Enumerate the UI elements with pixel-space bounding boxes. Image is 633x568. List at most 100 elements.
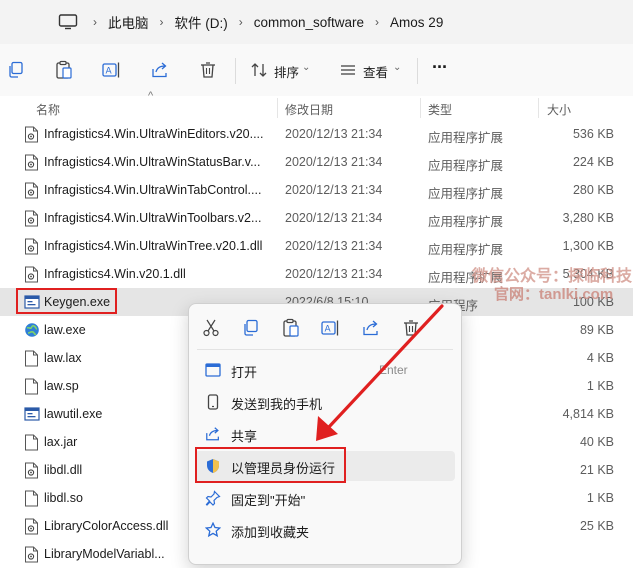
svg-text:A: A: [325, 325, 332, 335]
globe-exe-icon: [24, 322, 39, 339]
file-size: 4,814 KB: [562, 407, 614, 421]
cut-icon[interactable]: [201, 318, 221, 338]
file-row[interactable]: Infragistics4.Win.UltraWinTabControl....…: [0, 176, 633, 204]
file-name: Infragistics4.Win.UltraWinEditors.v20...…: [44, 127, 264, 141]
menu-item-send-to-phone[interactable]: 发送到我的手机: [195, 387, 455, 417]
exe-window-icon: [24, 294, 40, 311]
dll-file-icon: [24, 126, 39, 143]
column-divider[interactable]: [277, 98, 278, 118]
file-type: 应用程序扩展: [428, 215, 504, 229]
chevron-right-icon: ›: [238, 15, 243, 29]
chevron-right-icon: ›: [375, 15, 380, 29]
dll-file-icon: [24, 182, 39, 199]
dll-file-icon: [24, 210, 39, 227]
file-size: 21 KB: [579, 463, 614, 477]
menu-item-shortcut: Enter: [379, 363, 408, 377]
context-menu-divider: [197, 349, 453, 350]
view-button[interactable]: 查看: [363, 62, 388, 81]
file-type: 应用程序扩展: [428, 187, 504, 201]
menu-item-label: 发送到我的手机: [231, 397, 323, 412]
chevron-right-icon: ›: [93, 15, 97, 29]
delete-icon[interactable]: [196, 58, 220, 82]
menu-item-pin-to-start[interactable]: 固定到"开始": [195, 483, 455, 513]
file-icon: [24, 350, 39, 367]
chevron-down-icon[interactable]: ⌄: [302, 62, 310, 73]
file-size: 224 KB: [572, 155, 614, 169]
menu-item-label: 打开: [231, 365, 258, 380]
context-menu-quick-actions: A: [189, 312, 461, 344]
file-modified-date: 2020/12/13 21:34: [285, 155, 383, 169]
copy-icon[interactable]: [4, 58, 28, 82]
paste-icon[interactable]: [52, 58, 76, 82]
file-type: 应用程序扩展: [428, 159, 504, 173]
delete-icon[interactable]: [401, 318, 421, 338]
sort-icon[interactable]: [247, 58, 271, 82]
file-row[interactable]: Infragistics4.Win.UltraWinToolbars.v2...…: [0, 204, 633, 232]
uac-shield-icon: [205, 458, 221, 474]
toolbar-divider: [417, 58, 418, 84]
pin-icon: [205, 490, 221, 506]
column-header-date[interactable]: 修改日期: [285, 101, 333, 118]
this-pc-icon[interactable]: [58, 13, 82, 31]
chevron-right-icon: ›: [159, 15, 164, 29]
rename-icon[interactable]: A: [321, 318, 341, 338]
column-header-row: ^ 名称 修改日期 类型 大小: [0, 90, 633, 120]
breadcrumb-amos29[interactable]: Amos 29: [390, 15, 443, 30]
share-icon: [205, 426, 221, 442]
breadcrumb-this-pc[interactable]: 此电脑: [108, 12, 149, 32]
open-app-icon: [205, 362, 221, 378]
paste-icon[interactable]: [281, 318, 301, 338]
column-header-size[interactable]: 大小: [547, 101, 571, 118]
breadcrumb-common-software[interactable]: common_software: [254, 15, 364, 30]
rename-icon[interactable]: A: [100, 58, 124, 82]
file-name: Infragistics4.Win.UltraWinTree.v20.1.dll: [44, 239, 263, 253]
file-size: 280 KB: [572, 183, 614, 197]
sort-button[interactable]: 排序: [274, 62, 299, 81]
file-row[interactable]: Infragistics4.Win.UltraWinEditors.v20...…: [0, 120, 633, 148]
column-header-type[interactable]: 类型: [428, 101, 452, 118]
menu-item-share[interactable]: 共享: [195, 419, 455, 449]
file-type: 应用程序扩展: [428, 131, 504, 145]
dll-file-icon: [24, 462, 39, 479]
column-divider[interactable]: [538, 98, 539, 118]
file-icon: [24, 434, 39, 451]
toolbar-divider: [235, 58, 236, 84]
menu-item-open[interactable]: 打开 Enter: [195, 355, 455, 385]
dll-file-icon: [24, 154, 39, 171]
exe-window-icon: [24, 406, 40, 423]
more-options-button[interactable]: ···: [432, 57, 448, 78]
column-header-name[interactable]: 名称: [36, 101, 60, 118]
chevron-down-icon[interactable]: ⌄: [393, 62, 401, 73]
svg-text:A: A: [106, 67, 113, 77]
file-name: Infragistics4.Win.UltraWinTabControl....: [44, 183, 262, 197]
file-name: Infragistics4.Win.UltraWinStatusBar.v...: [44, 155, 261, 169]
file-size: 89 KB: [579, 323, 614, 337]
dll-file-icon: [24, 546, 39, 563]
share-icon[interactable]: [148, 58, 172, 82]
watermark-line2: 官网：tanlki.com: [494, 286, 614, 303]
file-icon: [24, 378, 39, 395]
file-row[interactable]: Infragistics4.Win.UltraWinTree.v20.1.dll…: [0, 232, 633, 260]
breadcrumb-drive-d[interactable]: 软件 (D:): [175, 12, 228, 32]
file-modified-date: 2020/12/13 21:34: [285, 267, 383, 281]
menu-item-run-as-admin[interactable]: 以管理员身份运行: [195, 451, 455, 481]
share-icon[interactable]: [361, 318, 381, 338]
menu-item-label: 共享: [231, 429, 258, 444]
menu-item-add-to-favorites[interactable]: 添加到收藏夹: [195, 515, 455, 545]
file-row[interactable]: Infragistics4.Win.UltraWinStatusBar.v...…: [0, 148, 633, 176]
column-divider[interactable]: [420, 98, 421, 118]
file-name: Infragistics4.Win.v20.1.dll: [44, 267, 186, 281]
view-icon[interactable]: [336, 58, 360, 82]
dll-file-icon: [24, 238, 39, 255]
dll-file-icon: [24, 266, 39, 283]
file-size: 40 KB: [579, 435, 614, 449]
file-size: 1 KB: [586, 379, 614, 393]
menu-item-label: 固定到"开始": [231, 493, 306, 508]
sort-ascending-icon: ^: [148, 90, 154, 102]
address-bar[interactable]: › 此电脑 › 软件 (D:) › common_software › Amos…: [0, 0, 633, 44]
copy-icon[interactable]: [241, 318, 261, 338]
file-name: Infragistics4.Win.UltraWinToolbars.v2...: [44, 211, 262, 225]
context-menu: A 打开 Enter 发送到我的手机 共享 以管理员身份运行 固定到"开始" 添…: [188, 303, 462, 565]
command-bar: A 排序 ⌄ 查看 ⌄ ···: [0, 44, 633, 97]
file-size: 536 KB: [572, 127, 614, 141]
